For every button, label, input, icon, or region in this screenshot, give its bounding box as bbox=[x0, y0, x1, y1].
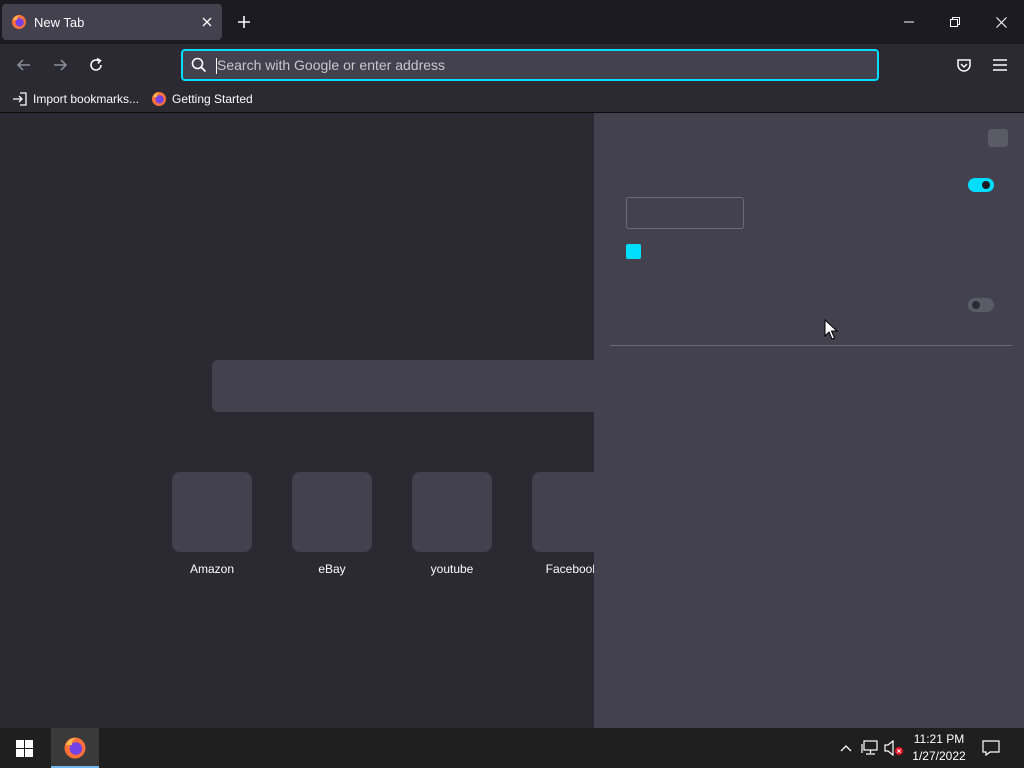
restore-button[interactable] bbox=[932, 0, 978, 44]
volume-button[interactable] bbox=[884, 738, 904, 758]
network-icon bbox=[861, 740, 878, 755]
show-hidden-icons-button[interactable] bbox=[836, 738, 856, 758]
tab-new-tab[interactable]: New Tab bbox=[2, 4, 222, 40]
forward-button[interactable] bbox=[48, 53, 72, 77]
checkbox-checked[interactable] bbox=[626, 244, 641, 259]
new-tab-button[interactable] bbox=[233, 11, 255, 33]
section-toggle-off[interactable] bbox=[968, 298, 994, 312]
minimize-button[interactable] bbox=[886, 0, 932, 44]
bookmark-getting-started[interactable]: Getting Started bbox=[151, 90, 253, 108]
pocket-button[interactable] bbox=[952, 53, 976, 77]
toggle-knob bbox=[972, 301, 980, 309]
chevron-up-icon bbox=[840, 745, 852, 752]
panel-close-button[interactable] bbox=[988, 129, 1008, 147]
navigation-toolbar bbox=[0, 44, 1024, 86]
firefox-icon bbox=[64, 737, 86, 759]
taskbar: 11:21 PM 1/27/2022 bbox=[0, 728, 1024, 768]
top-site-tile[interactable] bbox=[172, 472, 252, 552]
customize-panel bbox=[594, 113, 1024, 728]
clock-date: 1/27/2022 bbox=[912, 749, 966, 763]
top-site-tile[interactable] bbox=[412, 472, 492, 552]
pocket-icon bbox=[957, 59, 971, 72]
address-bar[interactable] bbox=[181, 49, 879, 81]
forward-arrow-icon bbox=[54, 59, 68, 71]
back-button[interactable] bbox=[12, 53, 36, 77]
top-site-ebay[interactable]: eBay bbox=[292, 472, 372, 576]
bookmarks-toolbar: Import bookmarks... Getting Started bbox=[0, 86, 1024, 113]
close-icon bbox=[995, 16, 1007, 28]
network-button[interactable] bbox=[860, 738, 880, 758]
taskbar-firefox[interactable] bbox=[51, 728, 99, 768]
firefox-icon bbox=[151, 91, 167, 107]
close-window-button[interactable] bbox=[978, 0, 1024, 44]
top-site-tile[interactable] bbox=[292, 472, 372, 552]
bookmark-label: Getting Started bbox=[172, 92, 253, 106]
top-site-amazon[interactable]: Amazon bbox=[172, 472, 252, 576]
top-site-label: eBay bbox=[318, 562, 346, 576]
volume-muted-icon bbox=[884, 740, 903, 756]
system-clock[interactable]: 11:21 PM 1/27/2022 bbox=[906, 731, 972, 765]
restore-icon bbox=[950, 17, 960, 27]
hamburger-menu-icon bbox=[993, 59, 1007, 71]
section-toggle-on[interactable] bbox=[968, 178, 994, 192]
address-input[interactable] bbox=[217, 51, 857, 79]
notification-icon bbox=[982, 740, 1000, 756]
back-arrow-icon bbox=[16, 59, 30, 71]
bookmark-import[interactable]: Import bookmarks... bbox=[12, 90, 139, 108]
toggle-knob bbox=[982, 181, 990, 189]
minimize-icon bbox=[904, 21, 914, 23]
windows-logo-icon bbox=[15, 739, 33, 757]
top-site-youtube[interactable]: youtube bbox=[412, 472, 492, 576]
reload-button[interactable] bbox=[84, 53, 108, 77]
top-site-label: youtube bbox=[430, 562, 474, 576]
clock-time: 11:21 PM bbox=[913, 732, 965, 746]
action-center-button[interactable] bbox=[981, 738, 1001, 758]
top-site-label: Amazon bbox=[189, 562, 235, 576]
rows-select[interactable] bbox=[626, 197, 744, 229]
bookmark-label: Import bookmarks... bbox=[33, 92, 140, 106]
app-menu-button[interactable] bbox=[988, 53, 1012, 77]
start-button[interactable] bbox=[0, 728, 48, 768]
close-tab-icon[interactable] bbox=[198, 13, 216, 31]
new-tab-page: Amazon eBay youtube Facebook bbox=[0, 113, 1024, 728]
firefox-icon bbox=[12, 15, 26, 29]
import-icon bbox=[12, 91, 28, 107]
search-icon bbox=[191, 57, 207, 73]
tab-title: New Tab bbox=[34, 15, 85, 30]
reload-icon bbox=[90, 57, 102, 71]
plus-icon bbox=[238, 16, 250, 28]
mouse-cursor-icon bbox=[824, 319, 838, 340]
title-bar: New Tab bbox=[0, 0, 1024, 44]
panel-divider bbox=[610, 345, 1012, 346]
